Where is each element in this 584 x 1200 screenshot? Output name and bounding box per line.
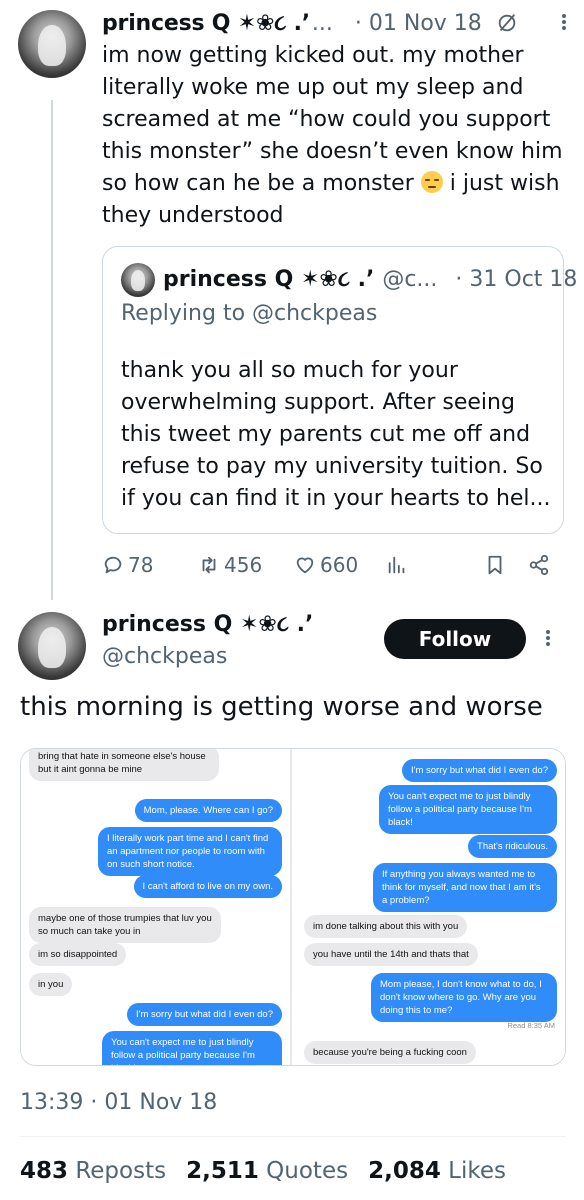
reposts-stat[interactable]: 483 Reposts xyxy=(20,1158,166,1184)
message-bubble-received: bring that hate in someone else's house … xyxy=(29,749,219,781)
user-handle[interactable]: @chckpeas xyxy=(102,644,227,669)
display-name[interactable]: princess Q ✶❀૮ .’ xyxy=(102,11,310,36)
views-chart-icon xyxy=(388,556,405,574)
tweet-action-bar: 78 456 660 xyxy=(102,548,564,582)
heart-icon xyxy=(296,557,314,574)
message-bubble-received: because you're being a fucking coon xyxy=(304,1041,476,1064)
more-options-icon[interactable] xyxy=(560,12,568,34)
share-icon xyxy=(529,554,549,576)
quoted-tweet-card[interactable]: princess Q ✶❀૮ .’ @c... · 31 Oct 18 Repl… xyxy=(102,246,577,534)
quote-display-name: princess Q ✶❀૮ .’ xyxy=(163,266,375,292)
repost-icon xyxy=(202,556,216,574)
reply-tweet-text: im now getting kicked out. my mother lit… xyxy=(102,40,572,232)
message-bubble-sent: That's ridiculous. xyxy=(468,835,557,858)
avatar[interactable] xyxy=(18,10,86,78)
edited-globe-icon xyxy=(498,14,516,32)
engagement-stats: 483 Reposts 2,511 Quotes 2,084 Likes xyxy=(20,1158,526,1184)
message-bubble-sent: Mom please, I don't know what to do, I d… xyxy=(371,973,557,1022)
reply-tweet-header: princess Q ✶❀૮ .’ ... · 01 Nov 18 xyxy=(102,6,572,40)
quotes-label: Quotes xyxy=(266,1158,349,1184)
views-button[interactable] xyxy=(386,548,408,582)
quote-header: princess Q ✶❀૮ .’ @c... · 31 Oct 18 xyxy=(163,261,577,297)
likes-count: 2,084 xyxy=(368,1158,441,1184)
read-receipt: Read 8:35 AM xyxy=(507,1021,555,1030)
more-options-icon[interactable] xyxy=(544,628,552,650)
quote-handle: @c... xyxy=(382,266,438,292)
message-bubble-sent: Mom, please. Where can I go? xyxy=(134,799,282,822)
likes-stat[interactable]: 2,084 Likes xyxy=(368,1158,506,1184)
media-image-left[interactable]: bring that hate in someone else's house … xyxy=(21,749,292,1065)
reposts-count: 483 xyxy=(20,1158,69,1184)
likes-label: Likes xyxy=(448,1158,506,1184)
relieved-face-emoji-icon xyxy=(420,171,443,193)
message-bubble-sent: I'm sorry but what did I even do? xyxy=(402,759,557,782)
divider xyxy=(20,1136,566,1137)
share-button[interactable] xyxy=(528,548,550,582)
thread-connector-line xyxy=(51,100,53,600)
quotes-stat[interactable]: 2,511 Quotes xyxy=(186,1158,348,1184)
quote-date: · 31 Oct 18 xyxy=(455,266,578,292)
message-bubble-received: you have until the 14th and thats that xyxy=(304,943,478,966)
message-bubble-sent: I'm sorry but what did I even do? xyxy=(127,1003,282,1026)
message-bubble-received: im so disappointed xyxy=(29,943,127,966)
message-bubble-sent: You can't expect me to just blindly foll… xyxy=(102,1031,282,1065)
reply-button[interactable]: 78 xyxy=(102,548,153,582)
message-bubble-sent: I can't afford to live on my own. xyxy=(133,875,282,898)
replying-to-label: Replying to @chckpeas xyxy=(121,301,378,326)
repost-button[interactable]: 456 xyxy=(198,548,262,582)
quote-text: thank you all so much for your overwhelm… xyxy=(121,358,551,511)
bookmark-icon xyxy=(488,555,502,575)
tweet-timestamp[interactable]: 13:39 · 01 Nov 18 xyxy=(20,1090,217,1115)
message-bubble-sent: I literally work part time and I can't f… xyxy=(98,827,282,876)
message-bubble-received: im done talking about this with you xyxy=(304,915,468,938)
reply-icon xyxy=(104,556,122,574)
message-bubble-received: maybe one of those trumpies that luv you… xyxy=(29,907,221,943)
like-button[interactable]: 660 xyxy=(294,548,358,582)
reply-count: 78 xyxy=(128,553,154,577)
reposts-label: Reposts xyxy=(75,1158,167,1184)
quotes-count: 2,511 xyxy=(186,1158,259,1184)
bookmark-button[interactable] xyxy=(484,548,506,582)
name-ellipsis: ... xyxy=(311,10,333,36)
message-bubble-received: in you xyxy=(29,973,73,996)
display-name[interactable]: princess Q ✶❀૮ .’ xyxy=(102,612,313,637)
like-count: 660 xyxy=(320,553,359,577)
tweet-date[interactable]: · 01 Nov 18 xyxy=(355,11,482,36)
tweet-media-grid[interactable]: bring that hate in someone else's house … xyxy=(20,748,566,1066)
message-bubble-sent: If anything you always wanted me to thin… xyxy=(373,863,557,912)
avatar[interactable] xyxy=(18,612,86,680)
follow-button[interactable]: Follow xyxy=(384,619,526,659)
media-image-right[interactable]: I'm sorry but what did I even do? You ca… xyxy=(292,749,565,1065)
repost-count: 456 xyxy=(224,553,263,577)
tweet-text: this morning is getting worse and worse xyxy=(20,692,543,722)
quote-avatar xyxy=(121,263,155,297)
message-bubble-sent: You can't expect me to just blindly foll… xyxy=(379,785,557,834)
